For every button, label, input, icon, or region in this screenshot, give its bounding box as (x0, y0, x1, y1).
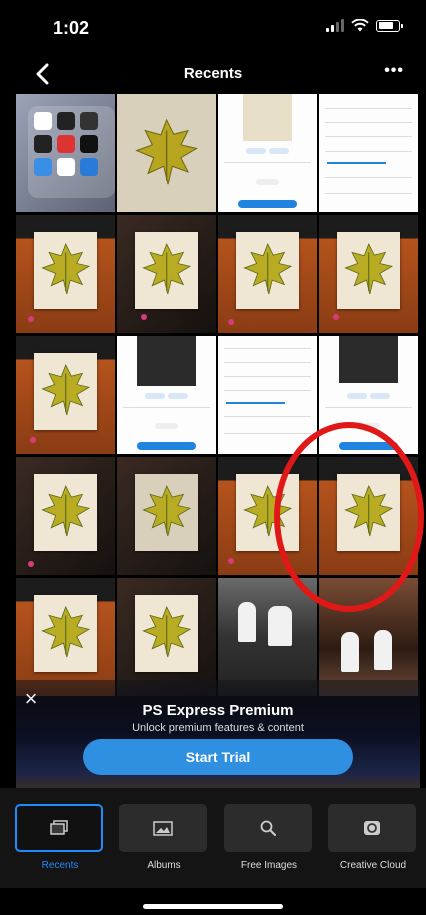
signal-icon (326, 19, 344, 32)
leaf-image (139, 599, 194, 665)
photo-thumbnail[interactable] (117, 215, 216, 333)
creative-cloud-icon (364, 821, 380, 835)
screenshot-image (218, 94, 317, 212)
app-folder-image (28, 106, 115, 198)
page-title: Recents (183, 65, 243, 82)
photo-thumbnail[interactable] (16, 336, 115, 454)
photo-thumbnail[interactable] (16, 94, 115, 212)
annotation-circle (274, 422, 424, 612)
leaf-image (341, 236, 396, 302)
tab-recents[interactable]: Recents (15, 804, 105, 871)
tab-albums[interactable]: Albums (119, 804, 209, 871)
status-icons (326, 19, 403, 32)
photo-thumbnail[interactable] (218, 215, 317, 333)
leaf-image (240, 236, 295, 302)
tab-label: Recents (41, 860, 79, 871)
leaf-image (139, 478, 194, 544)
leaf-image (38, 599, 93, 665)
tab-label: Albums (147, 860, 181, 871)
tab-label: Creative Cloud (339, 860, 407, 871)
tab-creative-cloud[interactable]: Creative Cloud (328, 804, 418, 871)
tab-label: Free Images (240, 860, 298, 871)
screenshot-image (218, 336, 317, 454)
tab-free-images[interactable]: Free Images (224, 804, 314, 871)
photo-thumbnail[interactable] (218, 578, 317, 696)
search-icon (260, 820, 276, 836)
photo-thumbnail[interactable] (117, 578, 216, 696)
photo-thumbnail[interactable] (117, 94, 216, 212)
leaf-image (38, 236, 93, 302)
wifi-icon (351, 19, 369, 32)
photo-thumbnail[interactable] (117, 457, 216, 575)
photo-thumbnail[interactable] (16, 215, 115, 333)
status-time: 1:02 (53, 18, 90, 38)
leaf-image (38, 357, 93, 423)
photo-thumbnail[interactable] (319, 215, 418, 333)
premium-banner: × PS Express Premium Unlock premium feat… (16, 680, 420, 788)
leaf-image (139, 236, 194, 302)
photo-thumbnail[interactable] (16, 457, 115, 575)
photo-thumbnail[interactable] (218, 336, 317, 454)
battery-icon (376, 19, 403, 32)
photo-thumbnail[interactable] (117, 336, 216, 454)
recents-icon (50, 820, 68, 835)
home-indicator (143, 904, 283, 909)
screenshot-image (319, 94, 418, 212)
photo-thumbnail[interactable] (218, 94, 317, 212)
premium-title: PS Express Premium (142, 702, 294, 719)
more-options-button[interactable]: ••• (384, 62, 404, 80)
start-trial-button[interactable]: Start Trial (83, 739, 353, 775)
leaf-image (131, 106, 202, 198)
premium-subtitle: Unlock premium features & content (132, 722, 304, 734)
nav-bar: Recents ••• (0, 56, 426, 94)
photo-thumbnail[interactable] (319, 94, 418, 212)
tab-bar: Recents Albums Free Images Creative Clou… (0, 788, 426, 888)
nativity-image (218, 578, 317, 696)
photo-thumbnail[interactable] (16, 578, 115, 696)
screenshot-image (117, 336, 216, 454)
albums-icon (153, 820, 173, 836)
status-bar: 1:02 (0, 0, 426, 56)
leaf-image (38, 478, 93, 544)
